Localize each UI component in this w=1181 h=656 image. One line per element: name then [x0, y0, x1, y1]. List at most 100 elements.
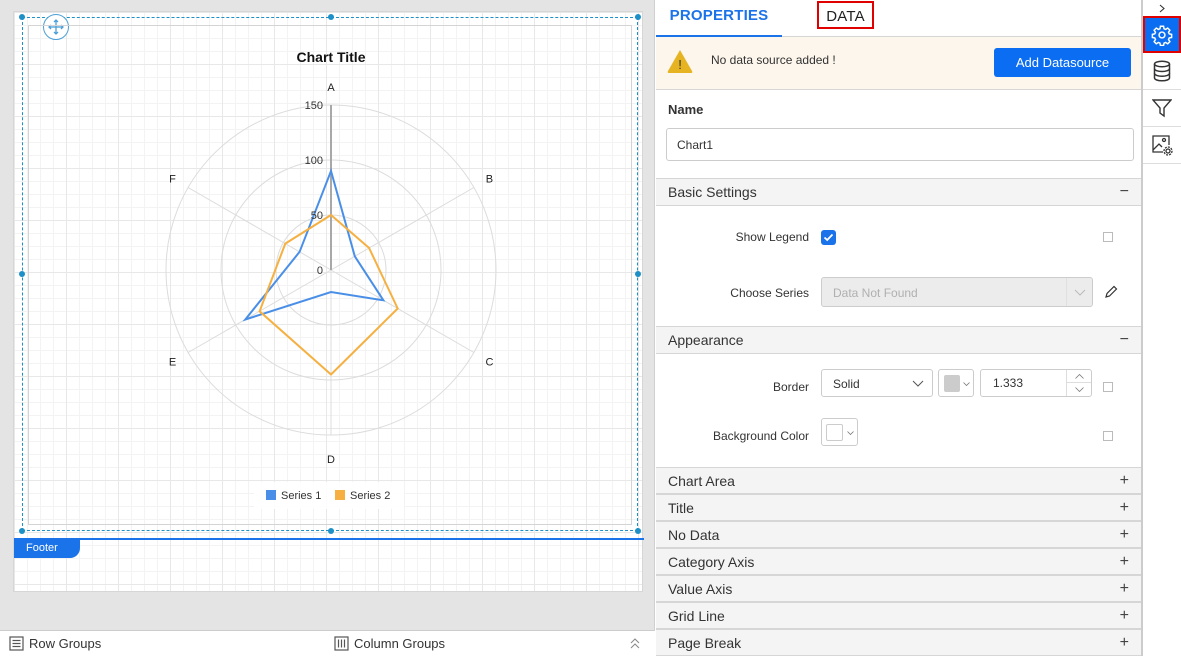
- category-label: B: [486, 174, 493, 186]
- series-line[interactable]: [258, 213, 399, 376]
- no-datasource-banner: ! No data source added ! Add Datasource: [656, 37, 1141, 90]
- edit-pencil-icon[interactable]: [1104, 285, 1118, 299]
- background-color-expression-checkbox[interactable]: [1103, 431, 1113, 441]
- expand-icon[interactable]: +: [1120, 580, 1129, 598]
- panel-tabs: PROPERTIES DATA: [656, 0, 1141, 37]
- legend-marker: [335, 490, 345, 500]
- legend-label[interactable]: Series 2: [350, 490, 390, 502]
- column-groups-label: Column Groups: [354, 636, 446, 651]
- border-label: Border: [772, 380, 809, 394]
- section-title: Chart Area: [668, 472, 735, 489]
- appearance-header[interactable]: Appearance −: [656, 326, 1141, 354]
- section-title: Value Axis: [668, 580, 733, 597]
- stepper-buttons: [1066, 370, 1091, 396]
- show-legend-expression-checkbox[interactable]: [1103, 232, 1113, 242]
- collapse-icon[interactable]: −: [1120, 183, 1129, 201]
- background-color-picker[interactable]: [821, 418, 858, 446]
- choose-series-dropdown[interactable]: Data Not Found: [821, 277, 1093, 307]
- border-expression-checkbox[interactable]: [1103, 382, 1113, 392]
- chevron-down-icon: [963, 382, 970, 386]
- column-groups-icon: [334, 636, 349, 651]
- appearance-title: Appearance: [668, 332, 744, 348]
- category-label: A: [327, 82, 335, 94]
- chevron-down-icon: [912, 380, 924, 387]
- decrement-button[interactable]: [1067, 383, 1091, 395]
- collapsed-sections: Chart Area + Title + No Data + Category Axi…: [656, 467, 1141, 656]
- chevron-down-icon: [1074, 289, 1085, 296]
- choose-series-placeholder: Data Not Found: [833, 286, 918, 300]
- increment-button[interactable]: [1067, 370, 1091, 383]
- properties-button[interactable]: [1143, 16, 1181, 53]
- section-chart-area[interactable]: Chart Area +: [656, 467, 1141, 494]
- filter-button[interactable]: [1143, 90, 1181, 127]
- tab-properties[interactable]: PROPERTIES: [656, 0, 782, 37]
- chevron-right-icon: [1159, 4, 1165, 12]
- radar-chart[interactable]: 0 50 100 150 A B C D E F Chart Title Series 1 Seri…: [14, 12, 644, 538]
- database-icon: [1153, 60, 1171, 82]
- series-line[interactable]: [242, 167, 386, 322]
- chevron-up-icon: [1074, 373, 1084, 379]
- section-category-axis[interactable]: Category Axis +: [656, 548, 1141, 575]
- background-color-swatch: [826, 424, 843, 441]
- add-datasource-button[interactable]: Add Datasource: [994, 48, 1131, 77]
- collapse-icon[interactable]: −: [1120, 331, 1129, 349]
- dropdown-arrow[interactable]: [1066, 278, 1092, 306]
- filter-icon: [1152, 99, 1172, 118]
- image-settings-icon: [1152, 135, 1173, 156]
- section-title-settings[interactable]: Title +: [656, 494, 1141, 521]
- name-input[interactable]: [666, 128, 1134, 161]
- properties-panel: PROPERTIES DATA ! No data source added !…: [656, 0, 1142, 656]
- footer-tab[interactable]: Footer: [14, 539, 80, 558]
- appearance-body: Border Solid Background Color: [656, 354, 1141, 467]
- data-button[interactable]: [1143, 53, 1181, 90]
- border-width-input[interactable]: [982, 371, 1064, 395]
- choose-series-label: Choose Series: [730, 286, 809, 300]
- value-tick-label: 0: [317, 265, 323, 277]
- value-tick-label: 50: [311, 210, 323, 222]
- expand-icon[interactable]: +: [1120, 553, 1129, 571]
- chevron-down-icon: [847, 431, 854, 435]
- svg-text:!: !: [678, 57, 682, 72]
- basic-settings-title: Basic Settings: [668, 184, 757, 200]
- expand-icon[interactable]: +: [1120, 526, 1129, 544]
- tab-data[interactable]: DATA: [817, 1, 874, 29]
- collapse-panel-button[interactable]: [1143, 0, 1181, 16]
- icon-strip: [1142, 0, 1181, 656]
- border-style-value: Solid: [833, 377, 860, 391]
- image-settings-button[interactable]: [1143, 127, 1181, 164]
- row-groups-icon: [9, 636, 24, 651]
- section-grid-line[interactable]: Grid Line +: [656, 602, 1141, 629]
- chevron-down-icon: [1074, 386, 1084, 392]
- expand-icon[interactable]: +: [1120, 607, 1129, 625]
- background-color-label: Background Color: [712, 429, 809, 443]
- basic-settings-header[interactable]: Basic Settings −: [656, 178, 1141, 206]
- border-width-stepper[interactable]: [980, 369, 1092, 397]
- section-page-break[interactable]: Page Break +: [656, 629, 1141, 656]
- gear-icon: [1151, 25, 1173, 46]
- groups-bar: Row Groups Column Groups: [0, 630, 655, 656]
- category-label: D: [327, 454, 335, 466]
- border-style-dropdown[interactable]: Solid: [821, 369, 933, 397]
- border-color-picker[interactable]: [938, 369, 974, 397]
- design-canvas[interactable]: 0 50 100 150 A B C D E F Chart Title Series 1 Seri…: [13, 11, 644, 592]
- legend-label[interactable]: Series 1: [281, 490, 321, 502]
- section-title: Title: [668, 499, 694, 516]
- expand-groups-button[interactable]: [630, 637, 640, 650]
- double-chevron-up-icon: [630, 637, 640, 648]
- section-no-data[interactable]: No Data +: [656, 521, 1141, 548]
- row-groups-button[interactable]: Row Groups: [9, 636, 101, 651]
- expand-icon[interactable]: +: [1120, 499, 1129, 517]
- section-title: Grid Line: [668, 607, 725, 624]
- grid-spoke: [330, 269, 475, 353]
- expand-icon[interactable]: +: [1120, 634, 1129, 652]
- legend-marker: [266, 490, 276, 500]
- show-legend-checkbox[interactable]: [821, 230, 836, 245]
- show-legend-label: Show Legend: [735, 230, 809, 244]
- chart-title: Chart Title: [297, 49, 366, 65]
- row-groups-label: Row Groups: [29, 636, 102, 651]
- border-color-swatch: [944, 375, 960, 392]
- column-groups-button[interactable]: Column Groups: [334, 636, 445, 651]
- section-value-axis[interactable]: Value Axis +: [656, 575, 1141, 602]
- expand-icon[interactable]: +: [1120, 472, 1129, 490]
- value-tick-label: 100: [305, 155, 323, 167]
